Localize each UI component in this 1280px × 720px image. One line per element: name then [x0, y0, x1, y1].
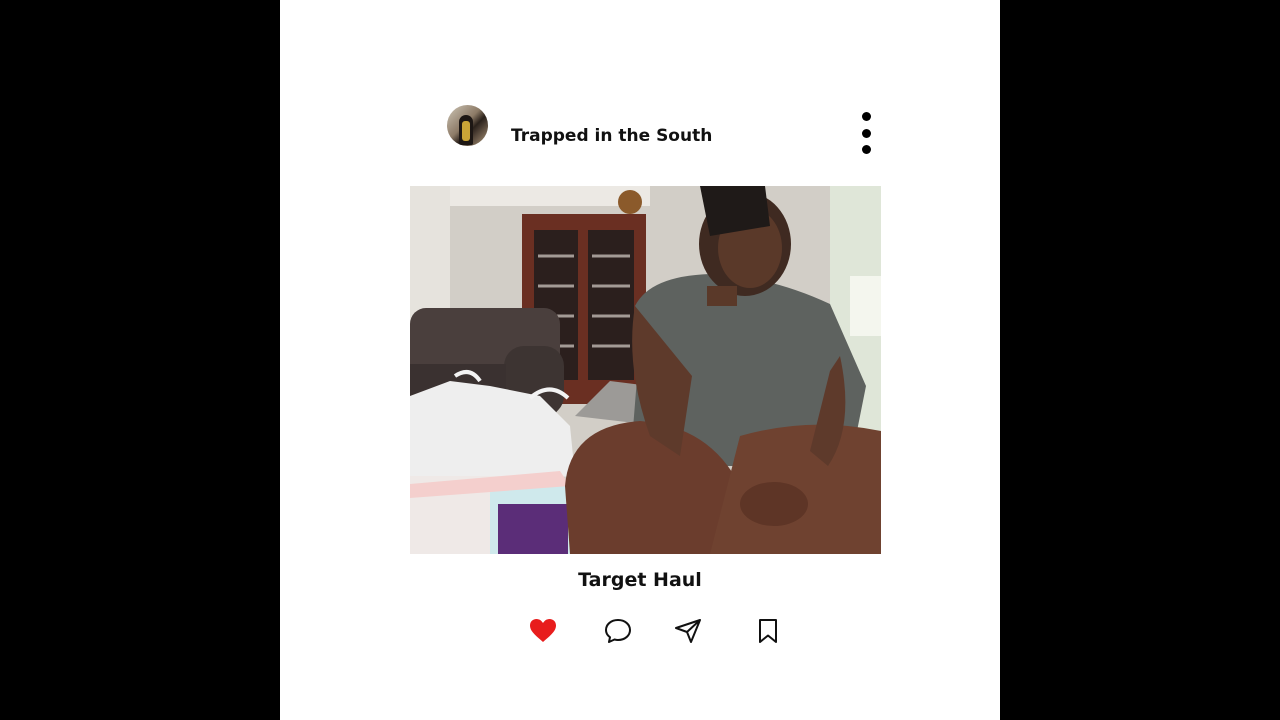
post-card: Trapped in the South Target Haul [280, 0, 1000, 720]
send-icon[interactable] [674, 617, 702, 645]
dot [861, 112, 871, 121]
heart-icon[interactable] [529, 617, 557, 645]
post-username[interactable]: Trapped in the South [511, 125, 712, 147]
profile-avatar[interactable] [447, 105, 488, 146]
avatar-figure-detail [462, 121, 470, 141]
post-photo[interactable] [410, 186, 881, 554]
photo-scene [410, 186, 881, 554]
bookmark-icon[interactable] [754, 617, 782, 645]
comment-icon[interactable] [604, 617, 632, 645]
post-caption: Target Haul [578, 569, 702, 591]
dot [861, 128, 871, 138]
more-vertical-icon[interactable] [856, 112, 876, 154]
dot [861, 145, 871, 154]
